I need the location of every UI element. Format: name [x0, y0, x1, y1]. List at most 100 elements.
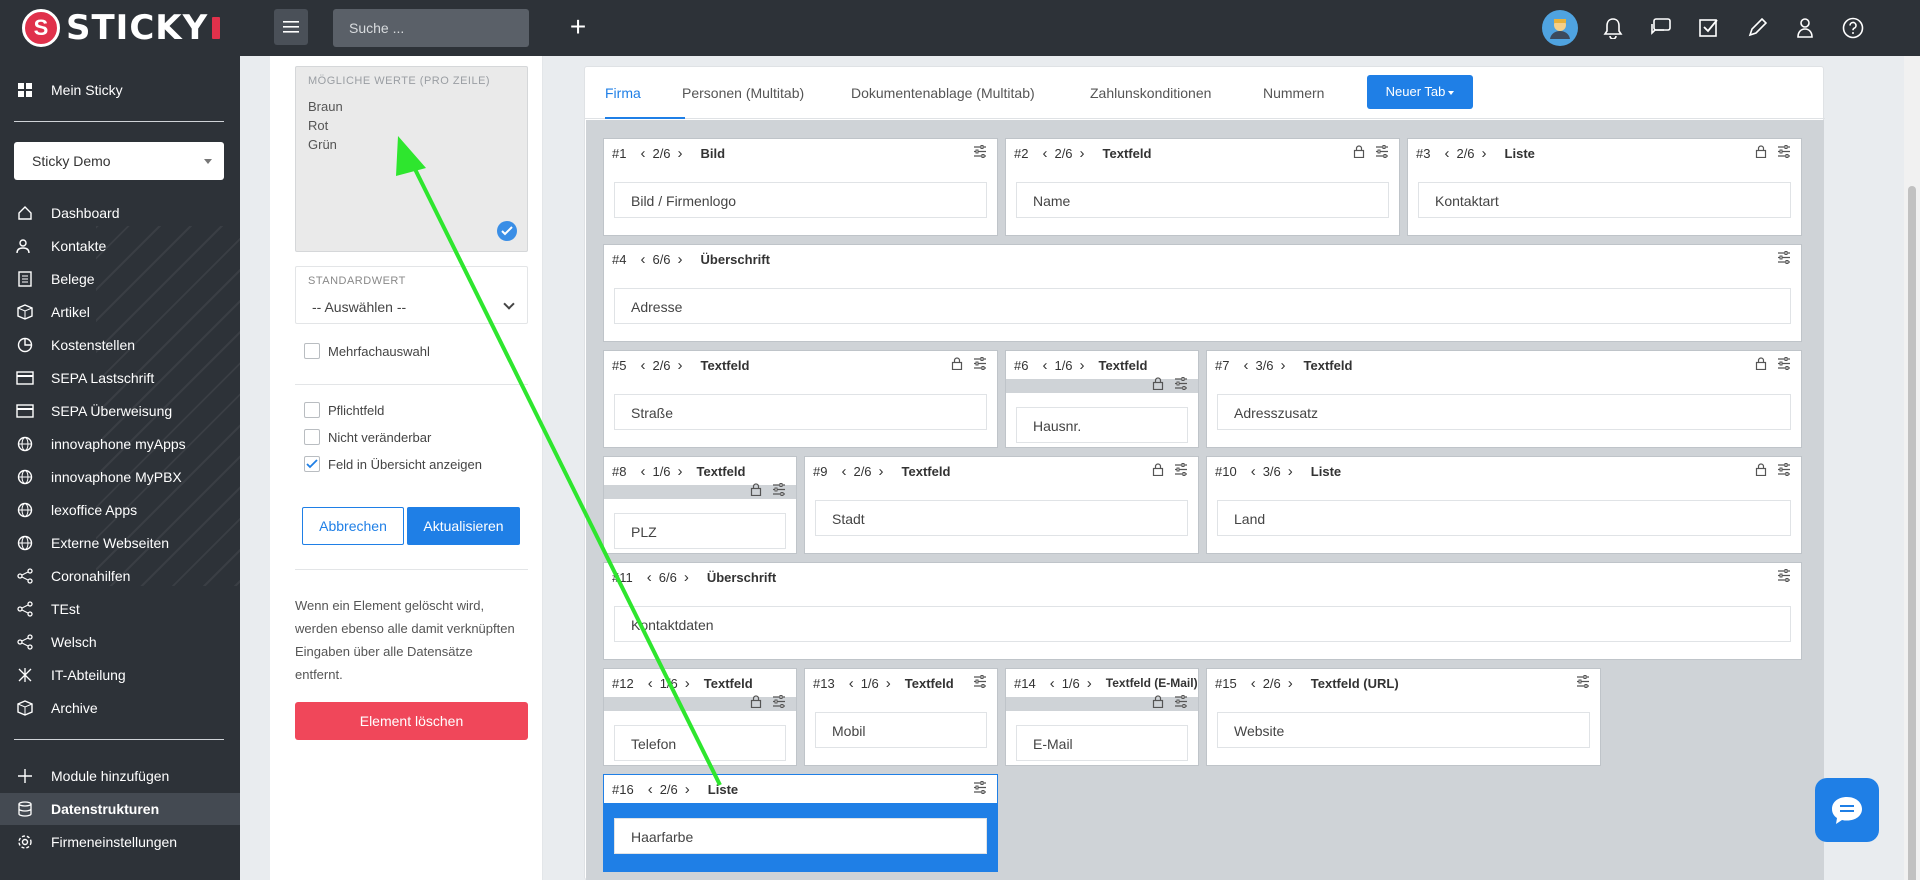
tab-zahlunskonditionen[interactable]: Zahlunskonditionen	[1090, 67, 1211, 119]
required-checkbox-row[interactable]: Pflichtfeld	[304, 400, 384, 420]
chevron-left-icon[interactable]: ‹	[1042, 357, 1047, 374]
settings-sliders-icon[interactable]	[772, 695, 786, 708]
chevron-left-icon[interactable]: ‹	[640, 463, 645, 480]
lock-icon[interactable]	[750, 483, 762, 496]
chevron-left-icon[interactable]: ‹	[841, 463, 846, 480]
lock-icon[interactable]	[951, 357, 963, 370]
sidebar-item-artikel[interactable]: Artikel	[0, 296, 240, 328]
field-input[interactable]: Website	[1217, 712, 1590, 748]
sidebar-item-archive[interactable]: Archive	[0, 692, 240, 724]
chevron-left-icon[interactable]: ‹	[1042, 145, 1047, 162]
chevron-right-icon[interactable]: ›	[1080, 357, 1085, 374]
show-overview-checkbox[interactable]	[304, 456, 320, 472]
chevron-right-icon[interactable]: ›	[685, 675, 690, 692]
possible-values-textarea[interactable]: MÖGLICHE WERTE (PRO ZEILE) Braun Rot Grü…	[295, 66, 528, 252]
settings-sliders-icon[interactable]	[1777, 569, 1791, 582]
field-block[interactable]: #11 ‹ 6/6 › Überschrift Kontaktdaten	[603, 562, 1802, 660]
sidebar-item-innovaphone-mypbx[interactable]: innovaphone MyPBX	[0, 461, 240, 493]
field-input[interactable]: Bild / Firmenlogo	[614, 182, 987, 218]
chevron-left-icon[interactable]: ‹	[1251, 675, 1256, 692]
settings-sliders-icon[interactable]	[973, 781, 987, 794]
chevron-right-icon[interactable]: ›	[678, 357, 683, 374]
lock-icon[interactable]	[1152, 463, 1164, 476]
field-input[interactable]: Adresse	[614, 288, 1791, 324]
field-input[interactable]: Straße	[614, 394, 987, 430]
chat-icon[interactable]	[1648, 13, 1674, 43]
lock-icon[interactable]	[750, 695, 762, 708]
lock-icon[interactable]	[1755, 357, 1767, 370]
sidebar-item-externe-webseiten[interactable]: Externe Webseiten	[0, 527, 240, 559]
default-value-select[interactable]: STANDARDWERT -- Auswählen --	[295, 266, 528, 324]
readonly-checkbox-row[interactable]: Nicht veränderbar	[304, 427, 431, 447]
sidebar-item-kostenstellen[interactable]: Kostenstellen	[0, 329, 240, 361]
field-block[interactable]: #4 ‹ 6/6 › Überschrift Adresse	[603, 244, 1802, 342]
chevron-left-icon[interactable]: ‹	[1050, 675, 1055, 692]
field-block[interactable]: #10 ‹ 3/6 › Liste Land	[1206, 456, 1802, 554]
sidebar-item-welsch[interactable]: Welsch	[0, 626, 240, 658]
settings-sliders-icon[interactable]	[973, 357, 987, 370]
settings-sliders-icon[interactable]	[1174, 463, 1188, 476]
settings-sliders-icon[interactable]	[973, 145, 987, 158]
settings-sliders-icon[interactable]	[1375, 145, 1389, 158]
field-block[interactable]: #6 ‹ 1/6 › Textfeld Hausnr.	[1005, 350, 1199, 448]
chevron-left-icon[interactable]: ‹	[648, 675, 653, 692]
field-block[interactable]: #2 ‹ 2/6 › Textfeld Name	[1005, 138, 1400, 236]
settings-sliders-icon[interactable]	[1174, 695, 1188, 708]
field-input[interactable]: PLZ	[614, 513, 786, 549]
sidebar-item-it-abteilung[interactable]: IT-Abteilung	[0, 659, 240, 691]
page-scrollbar[interactable]	[1904, 56, 1920, 880]
settings-sliders-icon[interactable]	[1174, 377, 1188, 390]
field-input[interactable]: Kontaktart	[1418, 182, 1791, 218]
scrollbar-thumb[interactable]	[1908, 186, 1916, 880]
field-input[interactable]: Mobil	[815, 712, 987, 748]
field-input[interactable]: Land	[1217, 500, 1791, 536]
chevron-right-icon[interactable]: ›	[685, 781, 690, 798]
sidebar-item-sepa-lastschrift[interactable]: SEPA Lastschrift	[0, 362, 240, 394]
user-icon[interactable]	[1792, 13, 1818, 43]
account-select[interactable]: Sticky Demo	[14, 142, 224, 180]
field-block[interactable]: #3 ‹ 2/6 › Liste Kontaktart	[1407, 138, 1802, 236]
sidebar-item-test[interactable]: TEst	[0, 593, 240, 625]
field-input[interactable]: Telefon	[614, 725, 786, 761]
chevron-left-icon[interactable]: ‹	[849, 675, 854, 692]
chevron-right-icon[interactable]: ›	[1281, 357, 1286, 374]
chevron-left-icon[interactable]: ‹	[1251, 463, 1256, 480]
chevron-left-icon[interactable]: ‹	[647, 569, 652, 586]
field-block[interactable]: #8 ‹ 1/6 › Textfeld PLZ	[603, 456, 797, 554]
add-icon[interactable]: +	[566, 13, 590, 42]
sidebar-item-coronahilfen[interactable]: Coronahilfen	[0, 560, 240, 592]
readonly-checkbox[interactable]	[304, 429, 320, 445]
sidebar-item-innovaphone-myapps[interactable]: innovaphone myApps	[0, 428, 240, 460]
chevron-left-icon[interactable]: ‹	[640, 251, 645, 268]
lock-icon[interactable]	[1755, 463, 1767, 476]
field-block[interactable]: #9 ‹ 2/6 › Textfeld Stadt	[804, 456, 1199, 554]
help-icon[interactable]	[1840, 13, 1866, 43]
checkbox-task-icon[interactable]	[1696, 13, 1722, 43]
field-input[interactable]: Haarfarbe	[614, 818, 987, 854]
required-checkbox[interactable]	[304, 402, 320, 418]
bell-icon[interactable]	[1600, 13, 1626, 43]
tab-dokumentenablage[interactable]: Dokumentenablage (Multitab)	[851, 67, 1035, 119]
tab-nummern[interactable]: Nummern	[1263, 67, 1324, 119]
chevron-right-icon[interactable]: ›	[684, 569, 689, 586]
lock-icon[interactable]	[1755, 145, 1767, 158]
settings-sliders-icon[interactable]	[772, 483, 786, 496]
settings-sliders-icon[interactable]	[1777, 463, 1791, 476]
sidebar-item-kontakte[interactable]: Kontakte	[0, 230, 240, 262]
chevron-right-icon[interactable]: ›	[1288, 463, 1293, 480]
field-input[interactable]: Kontaktdaten	[614, 606, 1791, 642]
chevron-right-icon[interactable]: ›	[1080, 145, 1085, 162]
settings-sliders-icon[interactable]	[1777, 357, 1791, 370]
chevron-right-icon[interactable]: ›	[1288, 675, 1293, 692]
chevron-right-icon[interactable]: ›	[1482, 145, 1487, 162]
chevron-left-icon[interactable]: ‹	[1243, 357, 1248, 374]
field-block[interactable]: #12 ‹ 1/6 › Textfeld Telefon	[603, 668, 797, 766]
field-block[interactable]: #5 ‹ 2/6 › Textfeld Straße	[603, 350, 998, 448]
sidebar-item-dashboard[interactable]: Dashboard	[0, 197, 240, 229]
field-block[interactable]: #14 ‹ 1/6 › Textfeld (E-Mail) E-Mail	[1005, 668, 1199, 766]
search-input[interactable]: Suche ...	[333, 9, 529, 47]
settings-sliders-icon[interactable]	[973, 675, 987, 688]
chevron-left-icon[interactable]: ‹	[1444, 145, 1449, 162]
logo[interactable]: S STICKY	[22, 8, 221, 48]
settings-sliders-icon[interactable]	[1777, 251, 1791, 264]
